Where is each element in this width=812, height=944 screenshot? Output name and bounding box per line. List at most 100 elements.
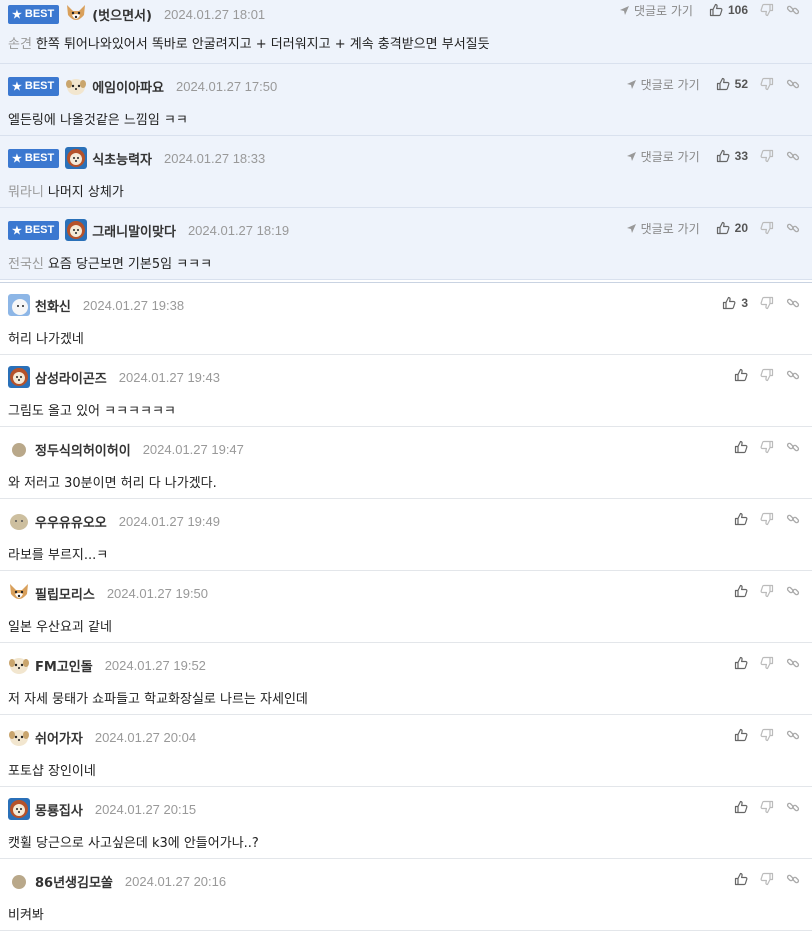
comment: 쉬어가자 2024.01.27 20:04 포토샵 장인이네	[0, 715, 812, 787]
comment-text: 허리 나가겠네	[8, 332, 84, 347]
copy-link-button[interactable]	[786, 512, 800, 526]
goto-reply-link[interactable]: 댓글로 가기	[619, 2, 693, 19]
lion-icon[interactable]	[65, 219, 88, 241]
like-button[interactable]	[734, 440, 748, 454]
timestamp: 2024.01.27 20:15	[94, 801, 197, 817]
like-button[interactable]: 52	[716, 77, 748, 91]
comment-tools: 댓글로 가기 20	[614, 218, 800, 238]
comment-tools: 댓글로 가기 52	[614, 74, 800, 94]
copy-link-button[interactable]	[786, 656, 800, 670]
like-button[interactable]	[734, 728, 748, 742]
comment-tools: 3	[710, 293, 800, 313]
like-button[interactable]: 20	[716, 221, 748, 235]
copy-link-button[interactable]	[786, 368, 800, 382]
like-button[interactable]	[734, 872, 748, 886]
arrow-icon	[619, 5, 634, 16]
copy-link-button[interactable]	[786, 584, 800, 598]
nickname[interactable]: 식초능력자	[92, 149, 152, 168]
nickname[interactable]: 86년생김모쏠	[35, 872, 113, 891]
dislike-button[interactable]	[760, 221, 774, 235]
like-button[interactable]: 3	[722, 296, 748, 310]
thumbs-down-icon	[760, 800, 774, 814]
like-button[interactable]: 33	[716, 149, 748, 163]
link-icon	[786, 800, 800, 814]
reply-mention[interactable]: 전국신	[8, 257, 44, 272]
thumbs-up-icon	[716, 77, 730, 91]
copy-link-button[interactable]	[786, 728, 800, 742]
goto-reply-link[interactable]: 댓글로 가기	[626, 148, 700, 165]
copy-link-button[interactable]	[786, 149, 800, 163]
timestamp: 2024.01.27 18:33	[164, 150, 266, 166]
like-button[interactable]: 106	[709, 3, 748, 17]
goto-reply-label: 댓글로 가기	[633, 3, 693, 18]
comment-header: 몽룡집사 2024.01.27 20:15	[8, 797, 196, 821]
copy-link-button[interactable]	[786, 872, 800, 886]
dot-icon[interactable]	[8, 870, 30, 892]
face-icon[interactable]	[8, 654, 30, 676]
timestamp: 2024.01.27 19:50	[106, 585, 209, 601]
dislike-button[interactable]	[760, 296, 774, 310]
comment-body: 포토샵 장인이네	[8, 760, 96, 779]
dislike-button[interactable]	[760, 872, 774, 886]
blob-icon[interactable]	[8, 510, 30, 532]
nickname[interactable]: 그래니말이맞다	[92, 221, 176, 240]
copy-link-button[interactable]	[786, 296, 800, 310]
dislike-button[interactable]	[760, 368, 774, 382]
nickname[interactable]: (벗으면서)	[92, 5, 152, 24]
goto-reply-link[interactable]: 댓글로 가기	[626, 220, 700, 237]
dog-icon[interactable]	[8, 582, 30, 604]
like-button[interactable]	[734, 584, 748, 598]
nickname[interactable]: 쉬어가자	[35, 728, 83, 747]
nickname[interactable]: 에임이아파요	[92, 77, 164, 96]
dislike-button[interactable]	[760, 584, 774, 598]
like-button[interactable]	[734, 656, 748, 670]
best-label: BEST	[24, 80, 55, 92]
comment-header: 삼성라이곤즈 2024.01.27 19:43	[8, 365, 220, 389]
dislike-button[interactable]	[760, 728, 774, 742]
lion-icon[interactable]	[65, 147, 88, 169]
dislike-button[interactable]	[760, 800, 774, 814]
comment-header: 우우유유오오 2024.01.27 19:49	[8, 509, 220, 533]
goto-reply-label: 댓글로 가기	[640, 77, 700, 92]
nickname[interactable]: 정두식의허이허이	[35, 440, 131, 459]
nickname[interactable]: 천화신	[35, 296, 71, 315]
nickname[interactable]: 우우유유오오	[35, 512, 107, 531]
best-badge: ★ BEST	[8, 4, 60, 24]
dot-icon[interactable]	[8, 438, 30, 460]
dislike-button[interactable]	[760, 440, 774, 454]
dislike-button[interactable]	[760, 3, 774, 17]
face-icon[interactable]	[8, 726, 30, 748]
face-icon[interactable]	[65, 75, 87, 97]
reply-mention[interactable]: 손견	[8, 37, 32, 52]
best-comment: ★ BEST 그래니말이맞다 2024.01.27 18:19 전국신 요즘 당근보…	[0, 208, 812, 280]
dislike-button[interactable]	[760, 77, 774, 91]
dislike-button[interactable]	[760, 512, 774, 526]
goto-reply-link[interactable]: 댓글로 가기	[626, 76, 700, 93]
bear-icon[interactable]	[8, 294, 30, 316]
comment: 천화신 2024.01.27 19:38 허리 나가겠네 3	[0, 283, 812, 355]
dislike-button[interactable]	[760, 656, 774, 670]
copy-link-button[interactable]	[786, 800, 800, 814]
copy-link-button[interactable]	[786, 440, 800, 454]
like-button[interactable]	[734, 512, 748, 526]
lion-icon[interactable]	[8, 366, 30, 388]
comment-header: ★ BEST 에임이아파요 2024.01.27 17:50	[8, 74, 277, 98]
reply-mention[interactable]: 뭐라니	[8, 185, 44, 200]
copy-link-button[interactable]	[786, 221, 800, 235]
like-button[interactable]	[734, 368, 748, 382]
nickname[interactable]: FM고인돌	[35, 656, 93, 675]
thumbs-down-icon	[760, 221, 774, 235]
star-icon: ★	[12, 224, 22, 237]
dislike-button[interactable]	[760, 149, 774, 163]
thumbs-down-icon	[760, 656, 774, 670]
copy-link-button[interactable]	[786, 77, 800, 91]
nickname[interactable]: 몽룡집사	[35, 800, 83, 819]
nickname[interactable]: 필립모리스	[35, 584, 95, 603]
best-comment: ★ BEST 에임이아파요 2024.01.27 17:50 엘든링에 나올것같은…	[0, 64, 812, 136]
lion-icon[interactable]	[8, 798, 30, 820]
dog-icon[interactable]	[65, 3, 87, 25]
nickname[interactable]: 삼성라이곤즈	[35, 368, 107, 387]
copy-link-button[interactable]	[786, 3, 800, 17]
like-button[interactable]	[734, 800, 748, 814]
best-comment: ★ BEST (벗으면서) 2024.01.27 18:01 손견 한쪽 튀어나와있…	[0, 0, 812, 64]
